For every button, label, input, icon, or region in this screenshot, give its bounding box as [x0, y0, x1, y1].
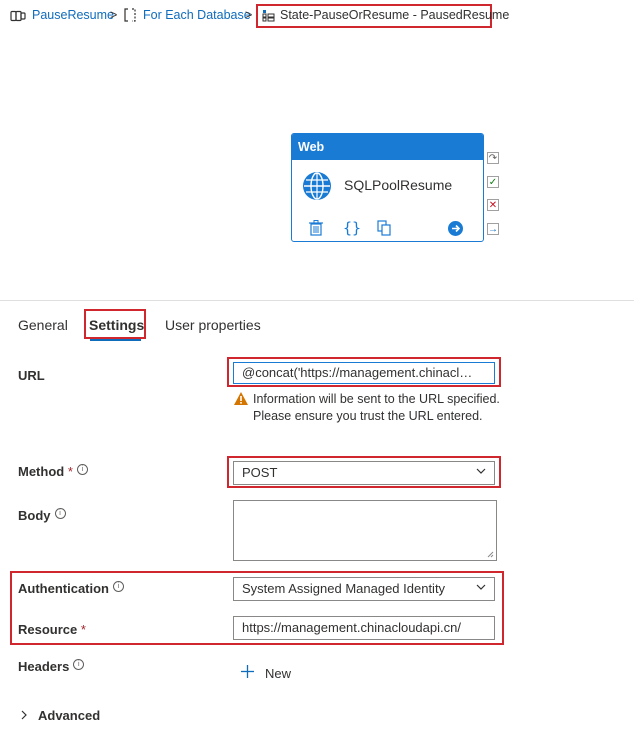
code-braces-icon[interactable]: {} — [343, 219, 361, 237]
advanced-toggle[interactable]: Advanced — [20, 707, 110, 725]
tab-user-properties[interactable]: User properties — [165, 317, 261, 333]
chevron-right-icon — [21, 710, 27, 720]
info-icon: i — [73, 659, 85, 670]
method-select[interactable]: POST — [233, 461, 495, 485]
breadcrumb-separator: > — [110, 8, 118, 22]
required-mark: * — [67, 464, 73, 479]
foreach-icon — [124, 8, 136, 27]
authentication-value: System Assigned Managed Identity — [242, 581, 446, 596]
delete-icon[interactable] — [309, 220, 323, 241]
panel-divider — [0, 300, 634, 301]
url-value: @concat('https://management.chinacl… — [242, 365, 473, 380]
globe-icon — [302, 171, 332, 206]
plus-icon — [241, 665, 254, 678]
web-activity-card[interactable]: Web SQLPoolResume {} — [291, 133, 484, 242]
copy-icon[interactable] — [377, 220, 392, 241]
resource-label: Resource * — [18, 622, 86, 637]
authentication-label: Authentication i — [18, 581, 124, 596]
url-warning-text: Information will be sent to the URL spec… — [253, 392, 500, 423]
active-tab-indicator — [90, 339, 141, 341]
breadcrumb-separator: > — [245, 8, 253, 22]
headers-label: Headers i — [18, 659, 85, 674]
authentication-select[interactable]: System Assigned Managed Identity — [233, 577, 495, 601]
chevron-down-icon — [476, 584, 486, 590]
info-icon: i — [54, 508, 66, 519]
advanced-label: Advanced — [38, 708, 101, 723]
info-icon: i — [76, 464, 88, 475]
breadcrumb-current: State-PauseOrResume - PausedResume — [280, 8, 510, 22]
resize-handle-icon[interactable] — [487, 551, 494, 558]
pipeline-icon — [10, 9, 26, 27]
failure-connector-icon[interactable]: ✕ — [487, 199, 499, 211]
body-textarea[interactable] — [233, 500, 497, 561]
skip-connector-icon[interactable]: ↷ — [487, 152, 499, 164]
tab-general[interactable]: General — [18, 317, 68, 333]
breadcrumb-foreach[interactable]: For Each Database — [143, 8, 251, 22]
activity-type-label: Web — [292, 134, 483, 160]
settings-tab-highlight — [84, 309, 146, 339]
resource-value: https://management.chinacloudapi.cn/ — [242, 620, 461, 635]
body-label: Body i — [18, 508, 66, 523]
success-connector-icon[interactable]: ✓ — [487, 176, 499, 188]
url-input[interactable]: @concat('https://management.chinacl… — [233, 362, 495, 384]
breadcrumb-pipeline[interactable]: PauseResume — [32, 8, 114, 22]
method-value: POST — [242, 465, 278, 480]
resource-input[interactable]: https://management.chinacloudapi.cn/ — [233, 616, 495, 640]
switch-icon — [262, 9, 275, 27]
warning-icon — [233, 391, 249, 411]
info-icon: i — [113, 581, 124, 592]
go-arrow-icon[interactable] — [448, 221, 463, 241]
activity-name: SQLPoolResume — [344, 177, 453, 193]
chevron-down-icon — [476, 468, 486, 474]
url-label: URL — [18, 368, 45, 383]
completion-connector-icon[interactable]: → — [487, 223, 499, 235]
required-mark: * — [80, 622, 86, 637]
new-header-label: New — [265, 666, 292, 681]
method-label: Method * i — [18, 464, 88, 479]
